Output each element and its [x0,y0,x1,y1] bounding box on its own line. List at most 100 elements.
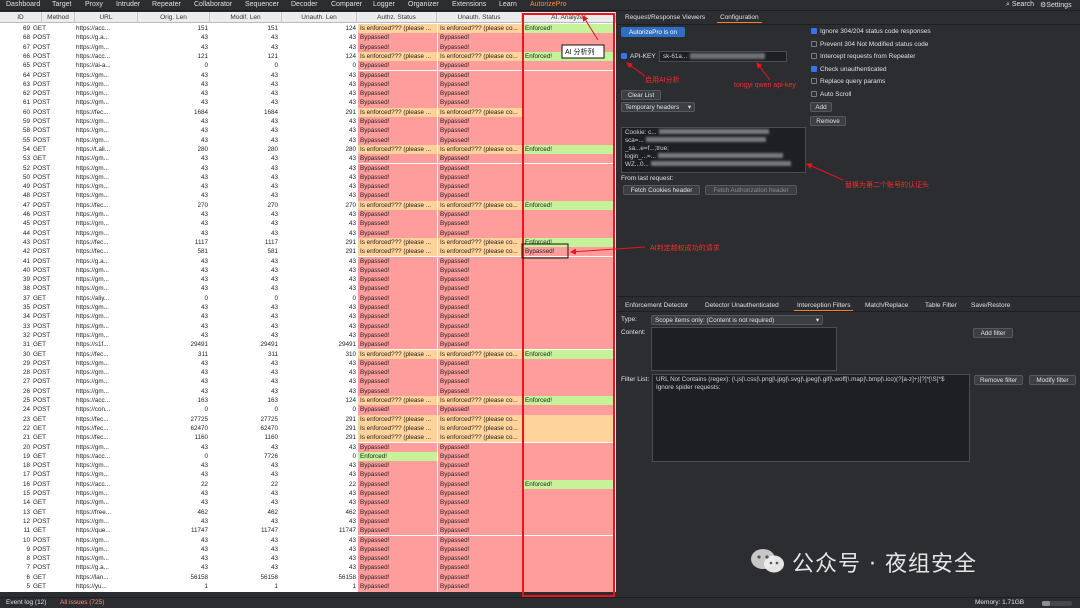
table-row[interactable]: 12 POST https://gm... 43 43 43 Bypassed! Bypass… [0,516,616,527]
apikey-input[interactable]: sk-61a... [659,51,787,62]
table-row[interactable]: 32 POST https://gm... 43 43 43 Bypassed! Bypass… [0,330,616,341]
column-header[interactable]: Method [42,12,75,23]
table-row[interactable]: 26 POST https://gm... 43 43 43 Bypassed! Bypass… [0,386,616,396]
table-row[interactable]: 31 GET https://s1f... 29491 29491 29491 Bypass… [0,340,616,350]
table-row[interactable]: 7 POST https://g.a... 43 43 43 Bypassed! Bypass… [0,563,616,573]
table-row[interactable]: 23 GET https://fec... 27725 27725 291 Is enfor… [0,414,616,424]
table-row[interactable]: 38 POST https://gm... 43 43 43 Bypassed! Bypass… [0,284,616,294]
table-row[interactable]: 46 POST https://gm... 43 43 43 Bypassed! Bypass… [0,210,616,220]
tab-enforcement-detector[interactable]: Enforcement Detector [622,300,691,311]
table-row[interactable]: 64 POST https://gm... 43 43 43 Bypassed! Bypass… [0,70,616,80]
table-row[interactable]: 33 POST https://gm... 43 43 43 Bypassed! Bypass… [0,321,616,331]
modify-filter-button[interactable]: Modify filter [1029,375,1076,385]
column-header[interactable]: Orig. Len [138,12,210,23]
column-header[interactable]: Modif. Len [210,12,282,23]
option-checkbox[interactable]: Auto Scroll [811,90,851,99]
table-row[interactable]: 39 POST https://gm... 43 43 43 Bypassed! Bypass… [0,275,616,285]
table-row[interactable]: 14 GET https://gm... 43 43 43 Bypassed! Bypasse… [0,498,616,508]
table-row[interactable]: 44 POST https://gm... 43 43 43 Bypassed! Bypass… [0,228,616,238]
table-row[interactable]: 11 GET https://que... 11747 11747 11747 Bypass… [0,526,616,536]
menu-item-decoder[interactable]: Decoder [291,1,317,8]
column-header[interactable]: Authz. Status [357,12,437,23]
table-row[interactable]: 25 POST https://acc... 163 163 124 Is enforced… [0,396,616,406]
table-row[interactable]: 35 POST https://gm... 43 43 43 Bypassed! Bypass… [0,303,616,313]
table-row[interactable]: 61 POST https://gm... 43 43 43 Bypassed! Bypass… [0,98,616,108]
table-row[interactable]: 37 GET https://aliy... 0 0 0 Bypassed! Bypassed… [0,293,616,303]
headers-textarea[interactable]: Cookie: c... sca=... _sa...e=f...;true; … [621,127,806,173]
table-row[interactable]: 13 GET https://free... 462 462 462 Bypassed! By… [0,507,616,517]
table-row[interactable]: 18 POST https://gm... 43 43 43 Bypassed! Bypass… [0,461,616,471]
table-row[interactable]: 6 GET https://lan... 56158 56158 56158 Bypasse… [0,572,616,582]
tab-interception-filters[interactable]: Interception Filters [794,300,854,311]
table-row[interactable]: 17 POST https://gm... 43 43 43 Bypassed! Bypass… [0,470,616,480]
tab-detector-unauthenticated[interactable]: Detector Unauthenticated [702,300,782,311]
menu-item-intruder[interactable]: Intruder [116,1,140,8]
menu-item-extensions[interactable]: Extensions [452,1,486,8]
table-row[interactable]: 42 POST https://fec... 581 581 291 Is enforced… [0,247,616,257]
tab-match-replace[interactable]: Match/Replace [862,300,911,311]
table-row[interactable]: 16 POST https://acc... 22 22 22 Bypassed! Bypas… [0,479,616,489]
table-row[interactable]: 58 POST https://gm... 43 43 43 Bypassed! Bypass… [0,126,616,136]
search-button[interactable]: ⌕ Search [1006,1,1034,9]
column-header[interactable]: URL [75,12,138,23]
column-header[interactable]: Unauth. Status [437,12,522,23]
menu-item-target[interactable]: Target [52,1,71,8]
table-row[interactable]: 34 POST https://gm... 43 43 43 Bypassed! Bypass… [0,312,616,322]
menu-item-sequencer[interactable]: Sequencer [245,1,279,8]
remove-filter-button[interactable]: Remove filter [974,375,1023,385]
filter-list[interactable]: URL Not Contains (regex): (\.js|\.css|\.… [652,374,970,462]
table-row[interactable]: 29 POST https://gm... 43 43 43 Bypassed! Bypass… [0,358,616,369]
menu-item-comparer[interactable]: Comparer [331,1,362,8]
table-row[interactable]: 50 POST https://gm... 43 43 43 Bypassed! Bypass… [0,172,616,183]
fetch-authorization-button[interactable]: Fetch Authorization header [705,185,797,195]
add-filter-button[interactable]: Add filter [973,328,1013,338]
table-row[interactable]: 19 GET https://acc... 0 7726 0 Enforced! Bypass… [0,451,616,462]
settings-button[interactable]: ⚙Settings [1040,1,1072,9]
autorize-toggle-button[interactable]: AutorizePro is on [621,27,685,37]
table-row[interactable]: 27 POST https://gm... 43 43 43 Bypassed! Bypass… [0,377,616,387]
menu-item-autorizepro[interactable]: AutorizePro [530,1,567,8]
table-row[interactable]: 68 POST https://g.a... 43 43 43 Bypassed! Bypas… [0,33,616,43]
table-row[interactable]: 54 GET https://t.ali... 280 280 280 Is enforce… [0,144,616,155]
table-row[interactable]: 20 POST https://gm... 43 43 43 Bypassed! Bypass… [0,442,616,452]
option-checkbox[interactable]: Check unauthenticated [811,65,887,74]
menu-item-repeater[interactable]: Repeater [152,1,181,8]
all-issues-link[interactable]: All issues (725) [60,599,104,606]
table-row[interactable]: 24 POST https://con... 0 0 0 Bypassed! Bypassed… [0,405,616,415]
tab-save-restore[interactable]: Save/Restore [968,300,1013,311]
table-row[interactable]: 69 GET https://acc... 151 151 124 Is enforced?… [0,24,616,34]
table-row[interactable]: 48 POST https://gm... 43 43 43 Bypassed! Bypass… [0,191,616,201]
table-row[interactable]: 28 POST https://gm... 43 43 43 Bypassed! Bypass… [0,368,616,378]
column-header[interactable]: ID [0,12,42,23]
menu-item-learn[interactable]: Learn [499,1,517,8]
table-row[interactable]: 21 GET https://fec... 1160 1160 291 Is enforce… [0,433,616,443]
table-row[interactable]: 43 POST https://fec... 1117 1117 291 Is enforc… [0,237,616,248]
table-row[interactable]: 40 POST https://gm... 43 43 43 Bypassed! Bypass… [0,265,616,276]
apikey-checkbox[interactable]: API-KEY [621,52,656,61]
filter-item[interactable]: URL Not Contains (regex): (\.js|\.css|\.… [656,376,966,384]
table-row[interactable]: 49 POST https://gm... 43 43 43 Bypassed! Bypass… [0,182,616,192]
table-row[interactable]: 66 POST https://acc... 121 121 124 Is enforced… [0,51,616,62]
remove-header-button[interactable]: Remove [810,116,846,126]
column-header[interactable]: Unauth. Len [282,12,357,23]
menu-item-organizer[interactable]: Organizer [408,1,439,8]
content-textarea[interactable] [651,327,837,371]
option-checkbox[interactable]: Ignore 304/204 status code responses [811,27,931,36]
tab-configuration[interactable]: Configuration [717,12,762,23]
type-select[interactable]: Scope items only: (Content is not requir… [651,315,823,325]
table-row[interactable]: 47 POST https://fec... 270 270 270 Is enforced… [0,200,616,210]
event-log-link[interactable]: Event log (12) [6,599,46,606]
table-row[interactable]: 67 POST https://gm... 43 43 43 Bypassed! Bypass… [0,42,616,52]
table-row[interactable]: 5 GET https://yu... 1 1 1 Bypassed! Bypassed! [0,582,616,592]
table-row[interactable]: 62 POST https://gm... 43 43 43 Bypassed! Bypass… [0,89,616,99]
menu-item-collaborator[interactable]: Collaborator [194,1,232,8]
table-row[interactable]: 52 POST https://gm... 43 43 43 Bypassed! Bypass… [0,163,616,173]
table-row[interactable]: 60 POST https://fec... 1684 1684 291 Is enforc… [0,107,616,117]
clear-list-button[interactable]: Clear List [621,90,661,100]
menu-item-dashboard[interactable]: Dashboard [6,1,40,8]
table-row[interactable]: 9 POST https://gm... 43 43 43 Bypassed! Bypasse… [0,544,616,555]
table-row[interactable]: 4POSThttps://g.a...434343Bypassed!Bypass… [0,591,616,592]
table-row[interactable]: 41 POST https://g.a... 43 43 43 Bypassed! Bypas… [0,256,616,266]
table-row[interactable]: 65 POST https://ai-a... 0 0 0 Bypassed! Bypasse… [0,61,616,71]
table-row[interactable]: 45 POST https://gm... 43 43 43 Bypassed! Bypass… [0,219,616,229]
